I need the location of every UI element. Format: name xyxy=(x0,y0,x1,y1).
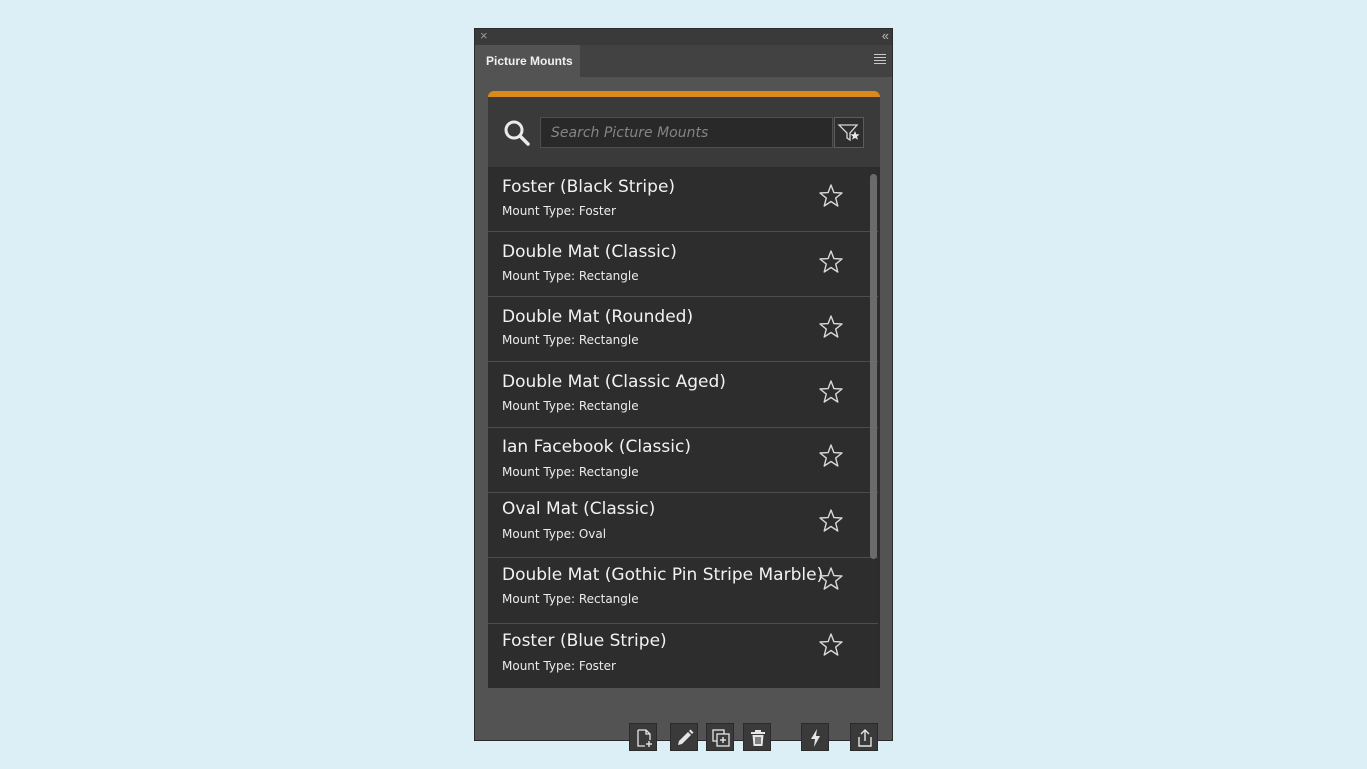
list-item[interactable]: Double Mat (Gothic Pin Stripe Marble) Mo… xyxy=(488,558,878,624)
mount-type: Mount Type: Rectangle xyxy=(502,592,639,606)
mount-type: Mount Type: Rectangle xyxy=(502,269,639,283)
tab-picture-mounts[interactable]: Picture Mounts xyxy=(475,45,580,77)
favorite-star-icon[interactable] xyxy=(818,443,844,469)
mount-name: Oval Mat (Classic) xyxy=(502,499,656,519)
list-item[interactable]: Double Mat (Rounded) Mount Type: Rectang… xyxy=(488,297,878,362)
list-item[interactable]: Ian Facebook (Classic) Mount Type: Recta… xyxy=(488,428,878,493)
list-item[interactable]: Double Mat (Classic Aged) Mount Type: Re… xyxy=(488,362,878,428)
mount-type: Mount Type: Rectangle xyxy=(502,465,639,479)
mount-name: Double Mat (Rounded) xyxy=(502,307,694,327)
share-export-icon xyxy=(858,729,872,747)
mount-name: Foster (Blue Stripe) xyxy=(502,631,667,651)
edit-mount-button[interactable] xyxy=(670,723,698,751)
filter-star-icon xyxy=(837,124,860,142)
quick-apply-button[interactable] xyxy=(801,723,829,751)
panel-menu-icon[interactable] xyxy=(874,54,886,66)
lightning-icon xyxy=(811,729,820,747)
panel-tabbar: Picture Mounts xyxy=(475,45,892,77)
mount-type: Mount Type: Oval xyxy=(502,527,607,541)
search-row xyxy=(488,97,880,168)
favorite-star-icon[interactable] xyxy=(818,508,844,534)
mounts-content: Foster (Black Stripe) Mount Type: Foster… xyxy=(488,91,880,688)
export-button[interactable] xyxy=(850,723,878,751)
mount-type: Mount Type: Rectangle xyxy=(502,333,639,347)
close-icon[interactable]: × xyxy=(480,28,488,44)
new-mount-button[interactable] xyxy=(629,723,657,751)
favorite-star-icon[interactable] xyxy=(818,183,844,209)
mount-type: Mount Type: Rectangle xyxy=(502,399,639,413)
list-item[interactable]: Double Mat (Classic) Mount Type: Rectang… xyxy=(488,232,878,297)
mount-name: Foster (Black Stripe) xyxy=(502,177,676,197)
list-item[interactable]: Foster (Blue Stripe) Mount Type: Foster xyxy=(488,624,878,688)
picture-mounts-panel: × « Picture Mounts Foster (Black Strip xyxy=(474,28,893,751)
list-scrollbar[interactable] xyxy=(870,174,877,559)
favorite-star-icon[interactable] xyxy=(818,249,844,275)
delete-mount-button[interactable] xyxy=(743,723,771,751)
trash-icon xyxy=(751,730,765,746)
edit-pencil-icon xyxy=(678,729,694,745)
mount-name: Double Mat (Classic Aged) xyxy=(502,372,726,392)
favorite-star-icon[interactable] xyxy=(818,632,844,658)
duplicate-icon xyxy=(712,729,730,747)
mount-type: Mount Type: Foster xyxy=(502,204,616,218)
favorite-star-icon[interactable] xyxy=(818,379,844,405)
search-input[interactable] xyxy=(540,117,833,148)
list-item[interactable]: Foster (Black Stripe) Mount Type: Foster xyxy=(488,168,878,232)
mount-type: Mount Type: Foster xyxy=(502,659,616,673)
mounts-list: Foster (Black Stripe) Mount Type: Foster… xyxy=(488,168,880,688)
collapse-panel-icon[interactable]: « xyxy=(882,28,889,44)
new-document-icon xyxy=(637,729,652,747)
panel-titlebar: × « xyxy=(475,28,892,45)
favorites-filter-button[interactable] xyxy=(834,117,864,148)
favorite-star-icon[interactable] xyxy=(818,566,844,592)
search-icon xyxy=(504,120,530,146)
mount-name: Double Mat (Classic) xyxy=(502,242,677,262)
favorite-star-icon[interactable] xyxy=(818,314,844,340)
duplicate-mount-button[interactable] xyxy=(706,723,734,751)
list-item[interactable]: Oval Mat (Classic) Mount Type: Oval xyxy=(488,493,878,558)
mount-name: Ian Facebook (Classic) xyxy=(502,437,691,457)
mount-name: Double Mat (Gothic Pin Stripe Marble) xyxy=(502,565,824,585)
